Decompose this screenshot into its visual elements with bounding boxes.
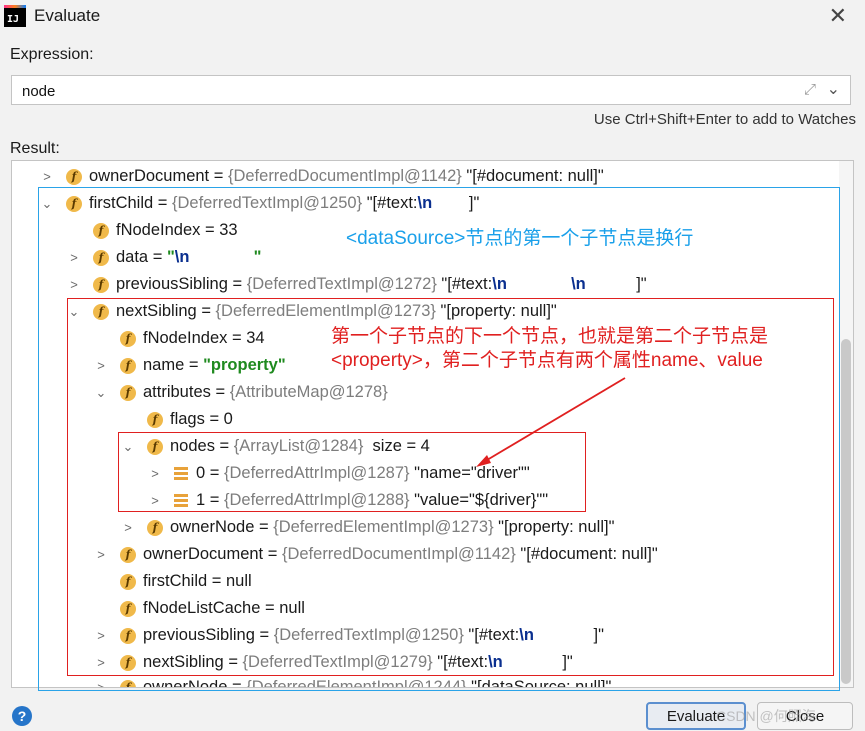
help-icon[interactable]: ?	[12, 706, 32, 726]
watermark: CSDN @何照海	[716, 708, 816, 724]
annotation-arrow	[476, 377, 626, 467]
